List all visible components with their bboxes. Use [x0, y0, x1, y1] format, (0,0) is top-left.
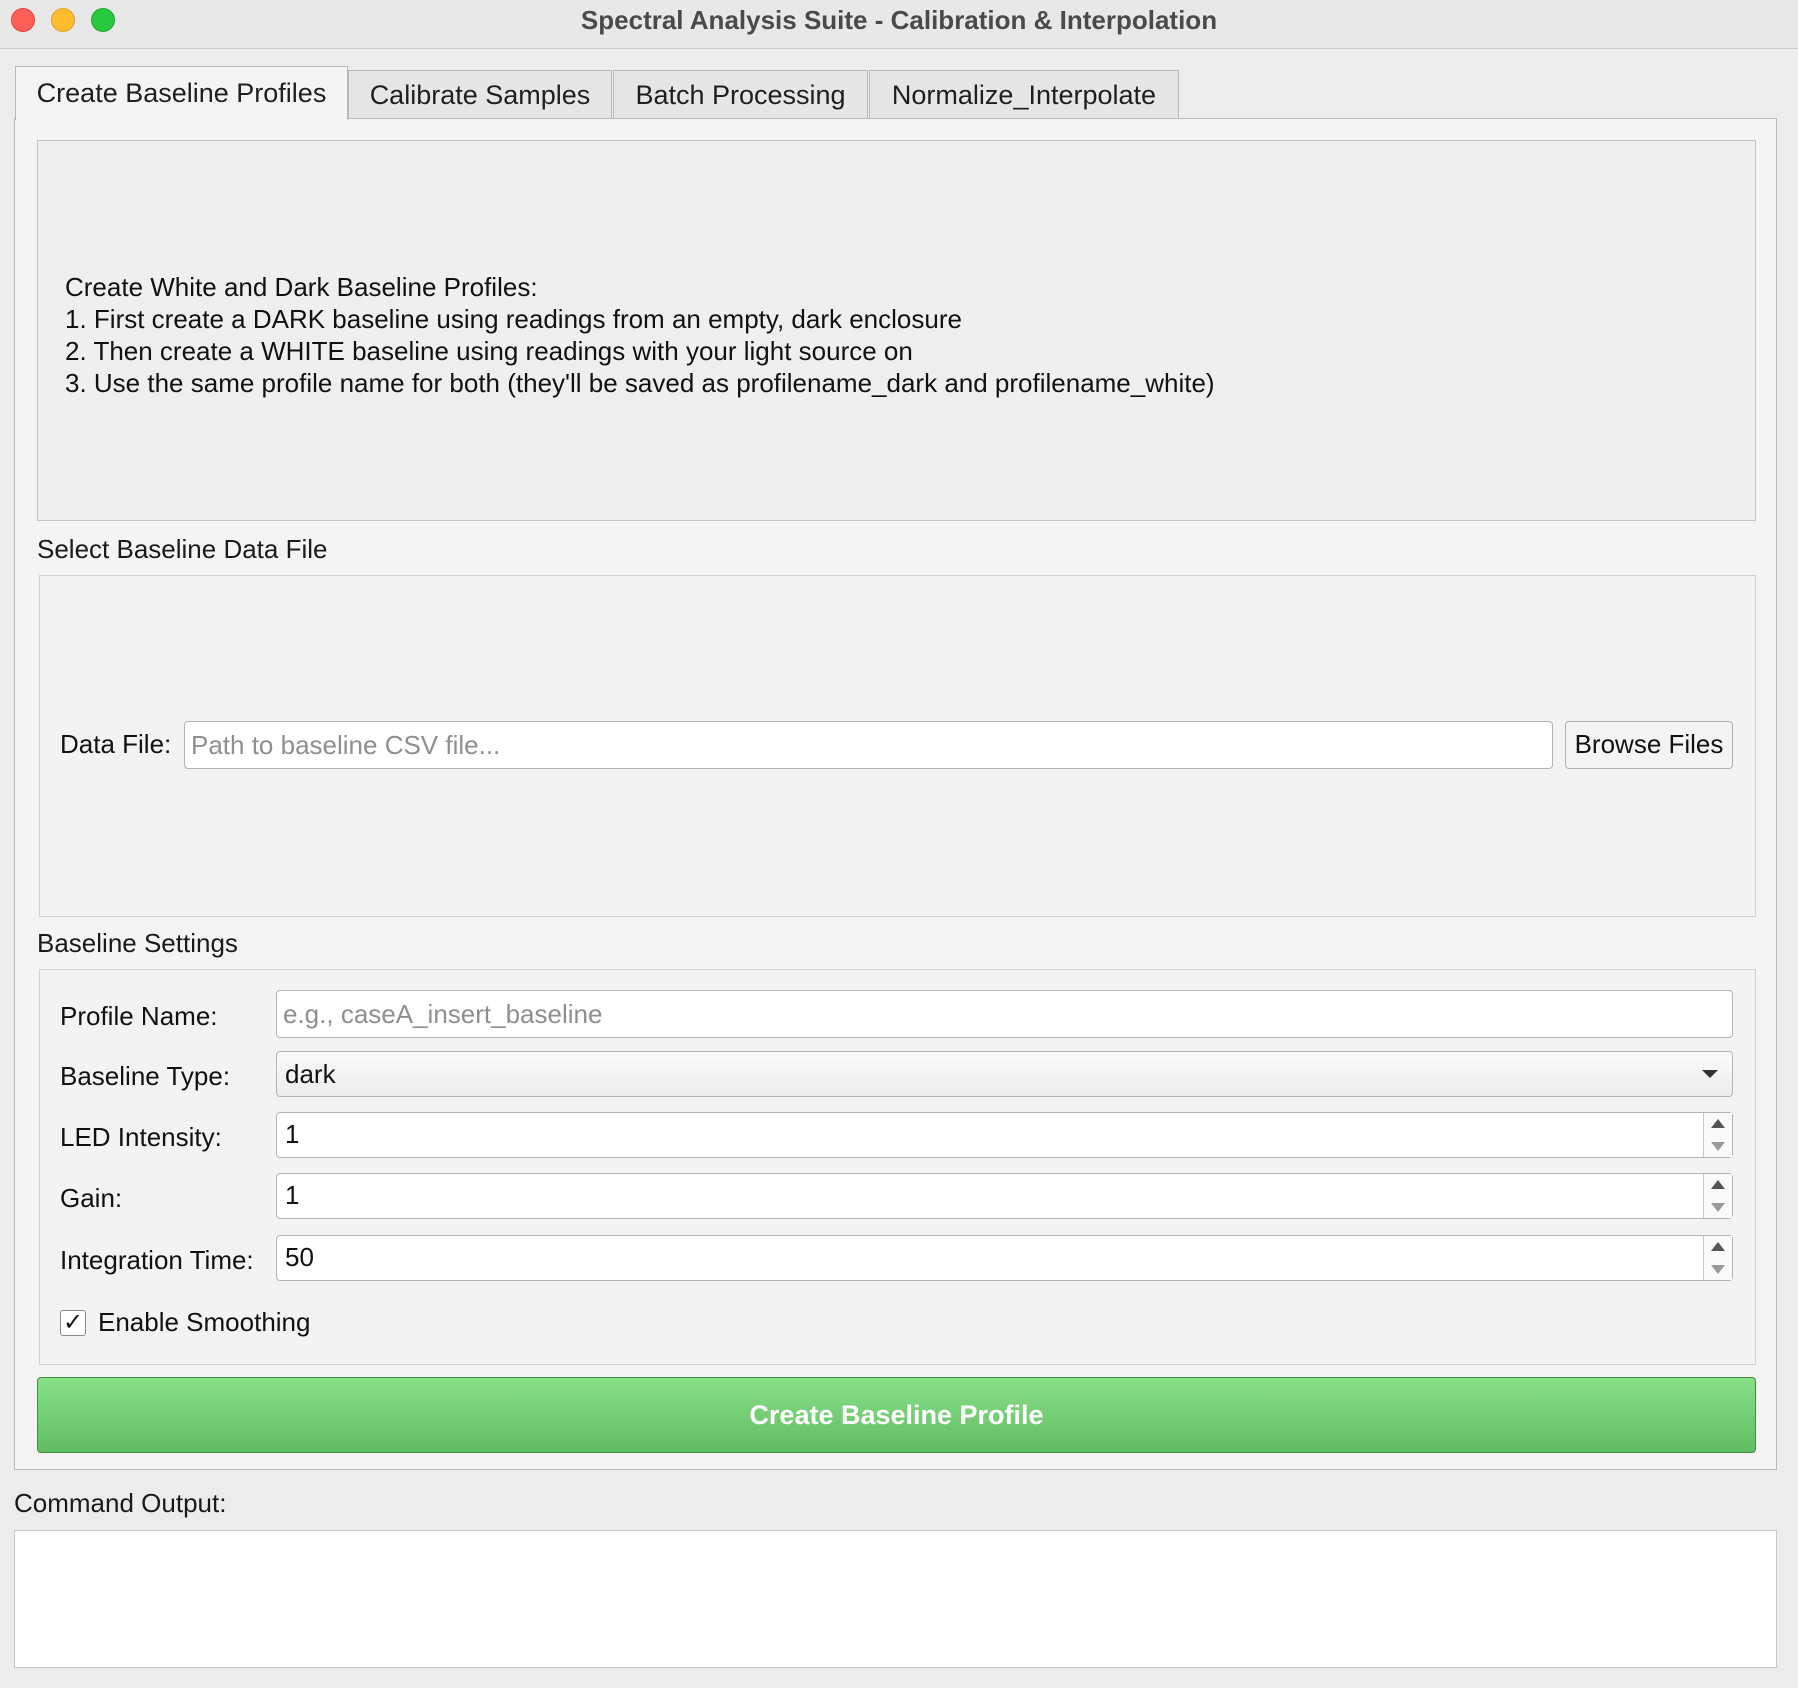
step-up-icon[interactable]	[1711, 1180, 1725, 1189]
baseline-type-select[interactable]: dark	[276, 1051, 1733, 1097]
step-down-icon[interactable]	[1711, 1265, 1725, 1274]
baseline-settings-group: Profile Name: Baseline Type: dark LED In…	[39, 969, 1756, 1365]
baseline-type-label: Baseline Type:	[60, 1061, 231, 1091]
instructions-box: Create White and Dark Baseline Profiles:…	[37, 140, 1756, 521]
led-intensity-stepper	[1703, 1113, 1732, 1157]
tab-create-baseline-profiles[interactable]: Create Baseline Profiles	[15, 66, 348, 120]
profile-name-label: Profile Name:	[60, 1001, 218, 1031]
baseline-settings-section-title: Baseline Settings	[37, 928, 238, 958]
led-intensity-label: LED Intensity:	[60, 1122, 222, 1152]
step-down-icon[interactable]	[1711, 1142, 1725, 1151]
data-file-label: Data File:	[60, 729, 172, 759]
led-intensity-value: 1	[285, 1119, 300, 1149]
instructions-step-1: 1. First create a DARK baseline using re…	[65, 304, 962, 334]
title-bar: Spectral Analysis Suite - Calibration & …	[0, 0, 1798, 49]
tab-panel-create-baseline: Create White and Dark Baseline Profiles:…	[14, 118, 1777, 1470]
gain-spinbox[interactable]: 1	[276, 1173, 1733, 1219]
step-up-icon[interactable]	[1711, 1242, 1725, 1251]
instructions-step-3: 3. Use the same profile name for both (t…	[65, 368, 1215, 398]
baseline-type-value: dark	[285, 1059, 336, 1089]
instructions-text: Create White and Dark Baseline Profiles:…	[65, 271, 1215, 399]
app-window: Spectral Analysis Suite - Calibration & …	[0, 0, 1798, 1688]
led-intensity-spinbox[interactable]: 1	[276, 1112, 1733, 1158]
data-file-section-title: Select Baseline Data File	[37, 534, 328, 564]
data-file-path-input[interactable]	[184, 721, 1553, 769]
chevron-down-icon	[1702, 1070, 1718, 1078]
integration-time-value: 50	[285, 1242, 314, 1272]
window-title: Spectral Analysis Suite - Calibration & …	[580, 5, 1218, 35]
profile-name-input[interactable]	[276, 990, 1733, 1038]
instructions-heading: Create White and Dark Baseline Profiles:	[65, 272, 538, 302]
tab-calibrate-samples[interactable]: Calibrate Samples	[348, 70, 612, 118]
step-up-icon[interactable]	[1711, 1119, 1725, 1128]
gain-stepper	[1703, 1174, 1732, 1218]
tab-normalize-interpolate[interactable]: Normalize_Interpolate	[869, 70, 1179, 118]
integration-time-label: Integration Time:	[60, 1245, 254, 1275]
integration-time-spinbox[interactable]: 50	[276, 1235, 1733, 1281]
create-baseline-profile-button[interactable]: Create Baseline Profile	[37, 1377, 1756, 1453]
command-output-label: Command Output:	[14, 1488, 227, 1518]
gain-value: 1	[285, 1180, 300, 1210]
browse-files-button[interactable]: Browse Files	[1565, 721, 1733, 769]
enable-smoothing-checkbox[interactable]: ✓	[60, 1310, 86, 1336]
instructions-step-2: 2. Then create a WHITE baseline using re…	[65, 336, 913, 366]
enable-smoothing-label[interactable]: Enable Smoothing	[98, 1306, 310, 1338]
command-output-area[interactable]	[14, 1530, 1777, 1668]
data-file-group: Data File: Browse Files	[39, 575, 1756, 917]
step-down-icon[interactable]	[1711, 1203, 1725, 1212]
integration-time-stepper	[1703, 1236, 1732, 1280]
gain-label: Gain:	[60, 1183, 123, 1213]
tab-batch-processing[interactable]: Batch Processing	[613, 70, 868, 118]
